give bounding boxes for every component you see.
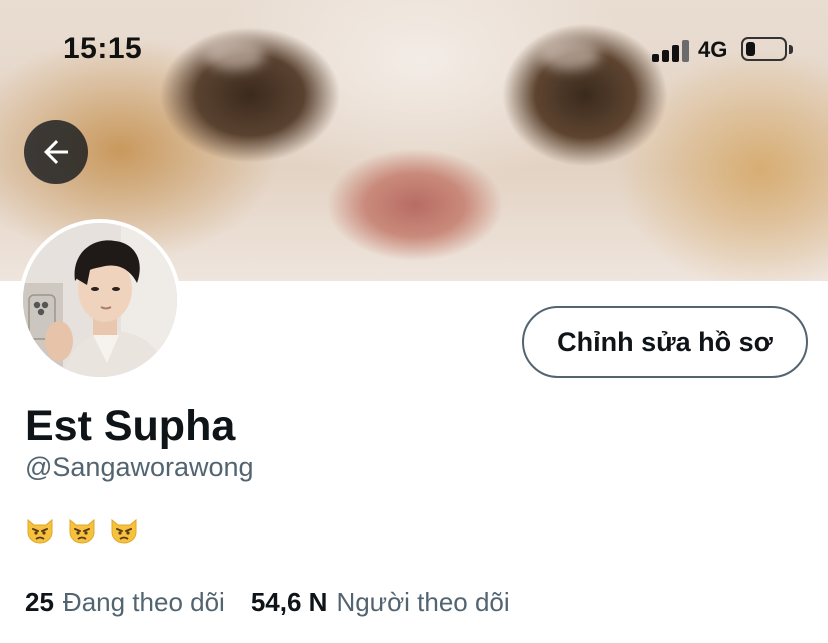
profile-stats: 25 Đang theo dõi 54,6 N Người theo dõi	[25, 587, 536, 618]
display-name: Est Supha	[25, 402, 236, 450]
followers-label[interactable]: Người theo dõi	[336, 587, 509, 618]
avatar-photo	[23, 223, 177, 377]
pouting-cat-emoji	[111, 518, 137, 544]
banner-decoration	[205, 40, 265, 70]
pouting-cat-emoji	[69, 518, 95, 544]
cellular-signal-icon	[652, 38, 692, 62]
bio	[24, 514, 140, 546]
arrow-left-icon	[44, 140, 68, 164]
pouting-cat-emoji	[27, 518, 53, 544]
network-label: 4G	[698, 37, 728, 62]
avatar[interactable]	[19, 219, 181, 381]
battery-icon	[741, 37, 793, 61]
following-count[interactable]: 25	[25, 587, 54, 618]
banner-decoration	[540, 40, 600, 70]
edit-profile-button[interactable]: Chỉnh sửa hồ sơ	[522, 306, 808, 378]
followers-count[interactable]: 54,6 N	[251, 587, 328, 618]
status-time: 15:15	[63, 32, 143, 65]
username: @Sangaworawong	[25, 452, 254, 482]
back-button[interactable]	[24, 120, 88, 184]
following-label[interactable]: Đang theo dõi	[63, 587, 225, 618]
